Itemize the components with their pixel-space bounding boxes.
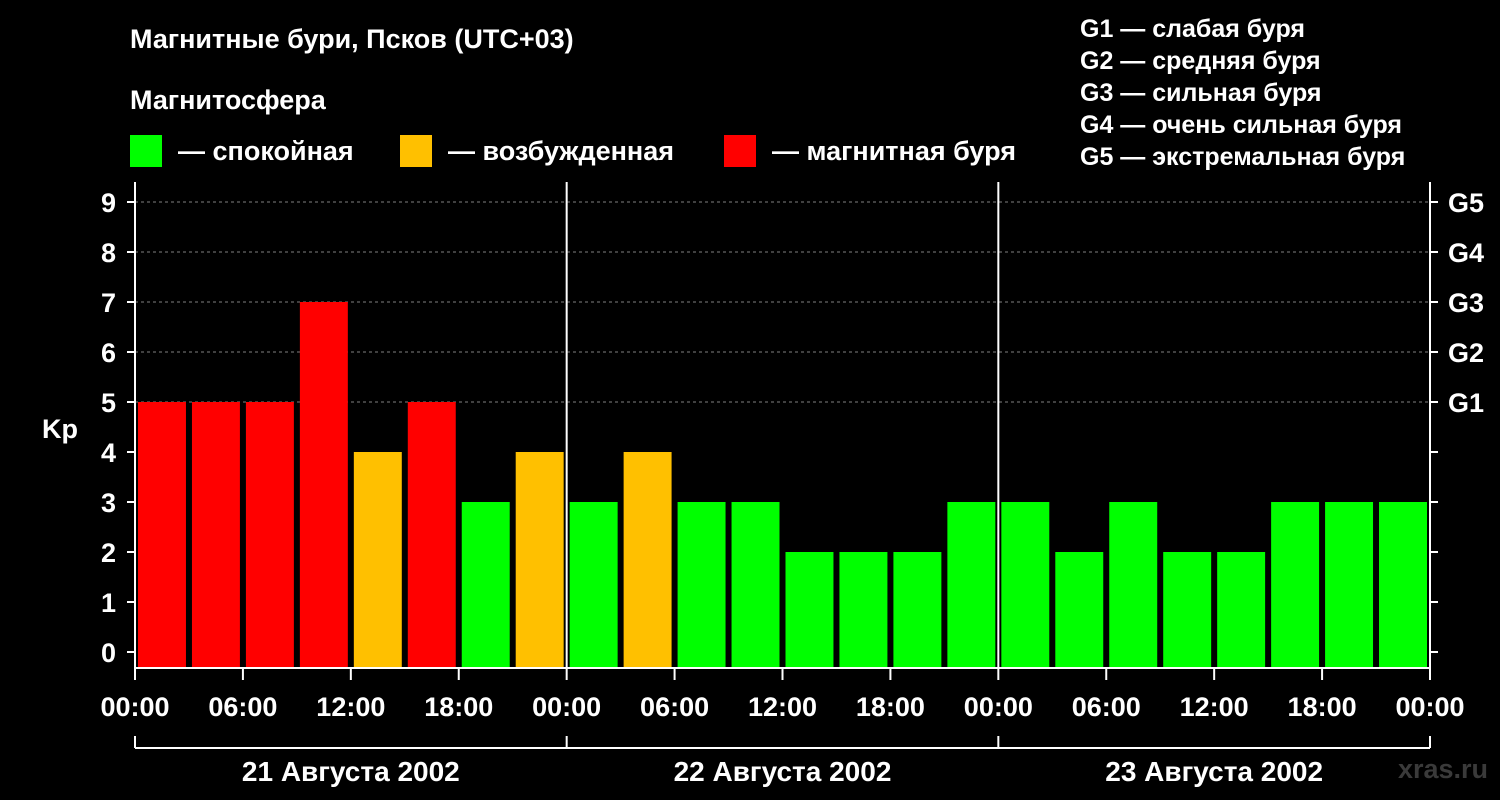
x-tick-label: 12:00 xyxy=(748,692,817,722)
kp-bar xyxy=(245,402,294,668)
y-tick-label: 8 xyxy=(101,238,116,268)
x-tick-label: 18:00 xyxy=(424,692,493,722)
kp-bar xyxy=(299,302,348,668)
x-tick-label: 12:00 xyxy=(316,692,385,722)
y-tick-label: 1 xyxy=(101,588,116,618)
x-tick-label: 00:00 xyxy=(1395,692,1464,722)
y-tick-label: 9 xyxy=(101,188,116,218)
kp-bar xyxy=(839,552,888,668)
kp-bar xyxy=(407,402,456,668)
y-tick-label: 7 xyxy=(101,288,116,318)
kp-bar xyxy=(515,452,564,668)
kp-bar xyxy=(191,402,240,668)
kp-bar xyxy=(947,502,996,668)
y-tick-label: 0 xyxy=(101,638,116,668)
kp-bar xyxy=(1325,502,1374,668)
x-tick-label: 00:00 xyxy=(100,692,169,722)
kp-bar xyxy=(1217,552,1266,668)
y-tick-label: 5 xyxy=(101,388,116,418)
kp-bar xyxy=(138,402,186,668)
storm-level-tick-label: G3 xyxy=(1448,288,1484,318)
kp-bar-chart: 0 1 2 3 4 5 6 7 8 9 G1 G2 G3 G4 G5 Kp 00:00 06:00 12:00 18:… xyxy=(42,182,1484,787)
watermark: xras.ru xyxy=(1397,754,1488,784)
x-tick-label: 12:00 xyxy=(1180,692,1249,722)
x-tick-label: 18:00 xyxy=(856,692,925,722)
kp-bar xyxy=(1001,502,1050,668)
kp-bar xyxy=(1109,502,1158,668)
x-tick-label: 06:00 xyxy=(1072,692,1141,722)
kp-bar xyxy=(677,502,726,668)
y-tick-label: 3 xyxy=(101,488,116,518)
x-tick-label: 18:00 xyxy=(1288,692,1357,722)
y-axis-label: Kp xyxy=(42,414,78,444)
y-tick-label: 2 xyxy=(101,538,116,568)
x-tick-label: 00:00 xyxy=(532,692,601,722)
kp-bar xyxy=(785,552,834,668)
kp-bar xyxy=(1163,552,1212,668)
kp-bar xyxy=(623,452,672,668)
x-tick-label: 06:00 xyxy=(208,692,277,722)
kp-bar xyxy=(1379,502,1427,668)
storm-level-tick-label: G5 xyxy=(1448,188,1484,218)
kp-bar xyxy=(569,502,618,668)
kp-bar xyxy=(893,552,942,668)
x-tick-label: 00:00 xyxy=(964,692,1033,722)
y-tick-label: 6 xyxy=(101,338,116,368)
kp-bar xyxy=(1271,502,1320,668)
day-label: 23 Августа 2002 xyxy=(1105,756,1323,787)
storm-level-tick-label: G2 xyxy=(1448,338,1484,368)
day-label: 21 Августа 2002 xyxy=(242,756,460,787)
kp-bar xyxy=(353,452,402,668)
kp-bar xyxy=(731,502,780,668)
day-label: 22 Августа 2002 xyxy=(674,756,892,787)
kp-bar xyxy=(461,502,510,668)
y-tick-label: 4 xyxy=(101,438,116,468)
kp-bar xyxy=(1055,552,1104,668)
x-tick-label: 06:00 xyxy=(640,692,709,722)
storm-level-tick-label: G1 xyxy=(1448,388,1484,418)
storm-level-tick-label: G4 xyxy=(1448,238,1484,268)
